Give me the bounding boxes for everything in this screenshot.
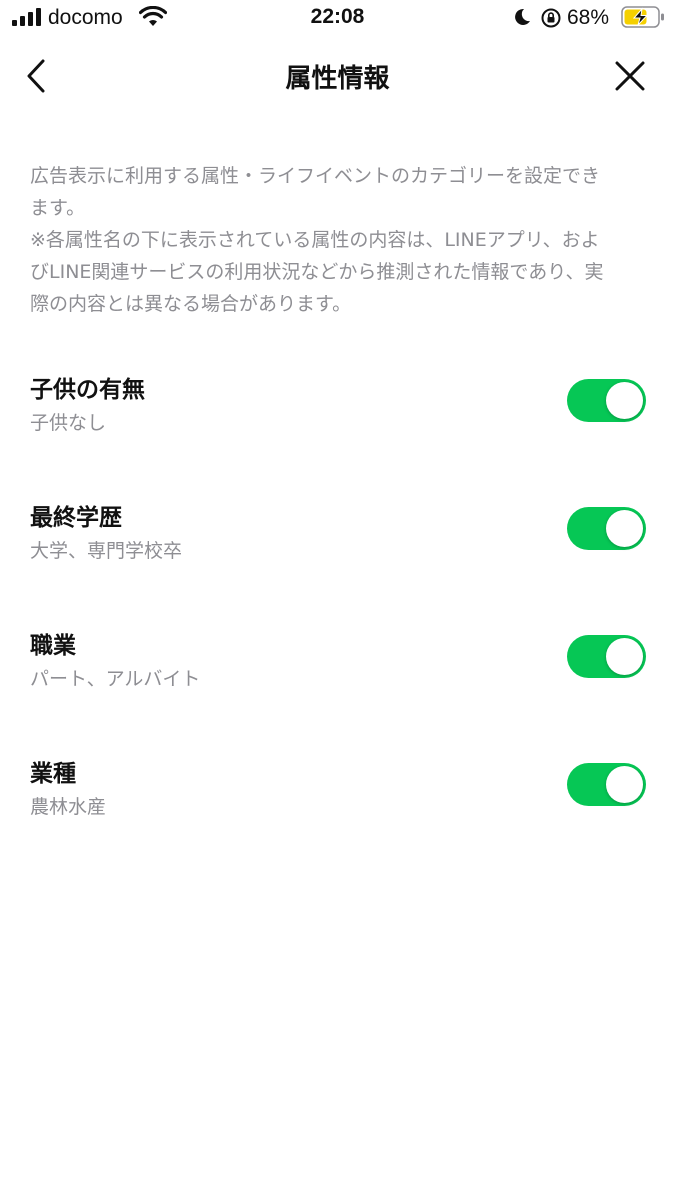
setting-title: 職業 [30, 633, 76, 659]
setting-title: 子供の有無 [30, 377, 145, 403]
setting-value: 子供なし [30, 412, 107, 434]
toggle-occupation[interactable] [567, 635, 646, 678]
toggle-education[interactable] [567, 507, 646, 550]
setting-row-education: 最終学歴 大学、専門学校卒 [0, 488, 675, 616]
setting-value: 大学、専門学校卒 [30, 540, 183, 562]
setting-row-occupation: 職業 パート、アルバイト [0, 616, 675, 744]
status-bar: docomo 22:08 68% [0, 0, 675, 40]
page-title: 属性情報 [285, 64, 390, 94]
description-text: 広告表示に利用する属性・ライフイベントのカテゴリーを設定でき ます。 ※各属性名… [30, 165, 604, 315]
toggle-children[interactable] [567, 379, 646, 422]
toggle-knob [606, 382, 643, 419]
toggle-industry[interactable] [567, 763, 646, 806]
close-icon [615, 61, 645, 91]
setting-value: 農林水産 [30, 796, 107, 818]
setting-title: 最終学歴 [30, 505, 122, 531]
battery-charging-icon [621, 6, 664, 28]
setting-row-children: 子供の有無 子供なし [0, 360, 675, 488]
toggle-knob [606, 766, 643, 803]
setting-title: 業種 [30, 761, 76, 787]
toggle-knob [606, 510, 643, 547]
toggle-knob [606, 638, 643, 675]
settings-list: 子供の有無 子供なし 最終学歴 大学、専門学校卒 職業 パート、アルバイト 業種… [0, 360, 675, 872]
rotation-lock-icon [541, 8, 561, 28]
navigation-bar: 属性情報 [0, 40, 675, 110]
setting-row-industry: 業種 農林水産 [0, 744, 675, 872]
battery-percentage: 68% [567, 6, 610, 29]
do-not-disturb-icon [515, 8, 530, 25]
close-button[interactable] [608, 54, 652, 98]
setting-value: パート、アルバイト [30, 668, 201, 690]
